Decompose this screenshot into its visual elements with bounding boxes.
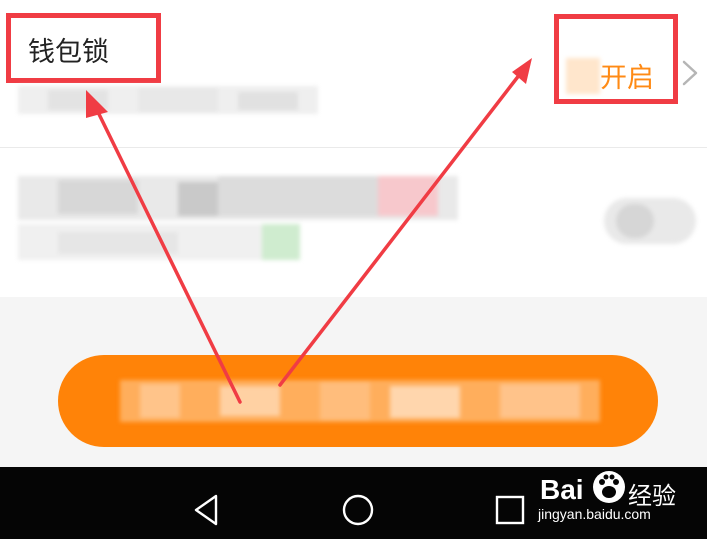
annotation-box-status — [554, 14, 678, 104]
chevron-right-icon[interactable] — [676, 58, 706, 88]
nav-home-icon[interactable] — [340, 492, 376, 528]
redacted-subtitle — [18, 86, 318, 114]
baidu-watermark: Bai 经验 — [540, 470, 700, 536]
divider — [0, 147, 707, 148]
redacted-button-label — [120, 380, 600, 422]
nav-recent-icon[interactable] — [494, 492, 526, 528]
nav-back-icon[interactable] — [190, 492, 222, 528]
redacted-setting-text — [18, 176, 458, 266]
annotation-box-title — [6, 13, 161, 83]
baidu-paw-icon — [593, 471, 625, 503]
arrow-to-status-head — [512, 58, 532, 84]
toggle-switch[interactable] — [604, 198, 696, 244]
watermark-brand-left: Bai — [540, 474, 584, 505]
watermark-url: jingyan.baidu.com — [538, 506, 651, 522]
